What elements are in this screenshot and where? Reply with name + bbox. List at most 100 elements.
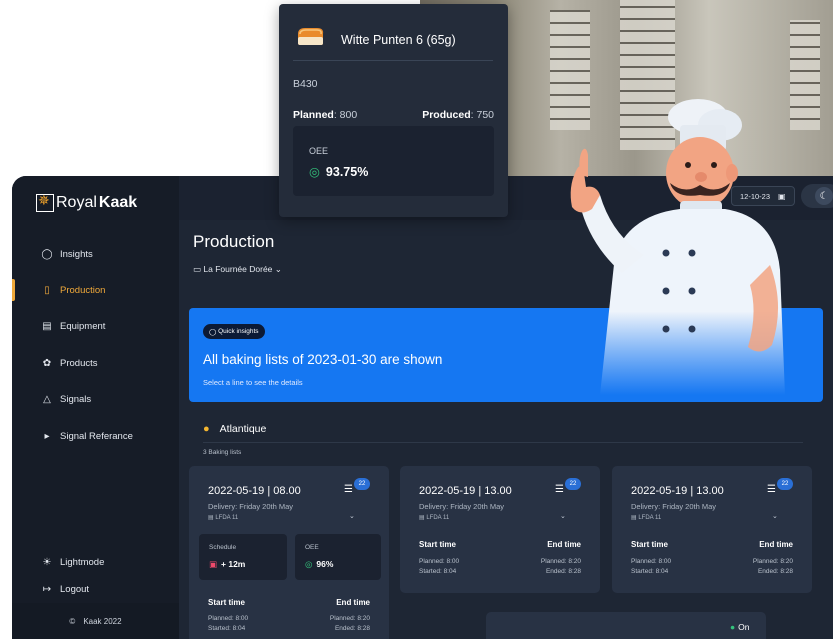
card-line: ▤ LFDA 11	[631, 514, 661, 521]
end-time-header: End time	[547, 540, 581, 549]
sidebar-item-equipment[interactable]: ▤ Equipment	[12, 311, 179, 341]
planned-value: : 800	[333, 109, 358, 121]
start-time-header: Start time	[208, 598, 245, 607]
bread-icon	[298, 28, 324, 45]
planned-end: Planned: 8:20	[540, 558, 581, 565]
card-delivery: Delivery: Friday 20th May	[208, 502, 294, 511]
gauge-icon: ◎	[305, 559, 313, 569]
page-title: Production	[193, 232, 275, 251]
bread-icon: ▯	[44, 284, 50, 296]
produced-label: Produced	[422, 109, 471, 121]
status-dot-icon: ●	[730, 622, 736, 632]
card-delivery: Delivery: Friday 20th May	[419, 502, 505, 511]
sidebar-item-insights[interactable]: ◯ Insights	[12, 239, 179, 269]
quick-insights-badge: ◯ Quick insights	[203, 324, 265, 339]
oee-box: OEE ◎ 93.75%	[293, 126, 494, 196]
location-selector[interactable]: ▭ La Fournée Dorée ⌄	[193, 264, 282, 275]
started: Started: 8:04	[208, 625, 246, 632]
lightmode-toggle[interactable]: ☀ Lightmode	[12, 547, 179, 577]
location-pin-icon: ●	[203, 423, 210, 435]
planned-start: Planned: 8:00	[419, 558, 460, 565]
produced-value: : 750	[470, 109, 494, 121]
logo: RoyalKaak	[36, 192, 138, 212]
count-badge: 22	[354, 478, 370, 490]
oee-value: ◎ 93.75%	[309, 164, 368, 179]
folder-icon: ▭	[193, 264, 202, 274]
product-name: Witte Punten 6 (65g)	[341, 33, 456, 47]
megaphone-icon: ▸	[44, 430, 50, 442]
logout-label: Logout	[60, 583, 90, 595]
banner-title: All baking lists of 2023-01-30 are shown	[203, 352, 443, 367]
logo-brand-light: Royal	[56, 194, 97, 211]
divider	[203, 442, 803, 443]
equipment-icon: ▤	[42, 320, 52, 332]
baking-list-card[interactable]: 2022-05-19 | 13.00 Delivery: Friday 20th…	[400, 466, 600, 593]
sun-icon: ☀	[42, 556, 52, 568]
planned-end: Planned: 8:20	[329, 615, 370, 622]
card-date: 2022-05-19 | 08.00	[208, 485, 301, 497]
logo-brand-bold: Kaak	[98, 194, 138, 211]
gauge-icon: ◎	[309, 165, 320, 179]
banner-subtitle: Select a line to see the details	[203, 378, 303, 387]
sidebar-item-label: Production	[60, 284, 106, 296]
sidebar-item-label: Insights	[60, 248, 93, 260]
sidebar-item-signals[interactable]: △ Signals	[12, 384, 179, 414]
status-indicator: ● On	[730, 622, 749, 632]
sidebar-item-label: Signal Referance	[60, 430, 133, 442]
lightmode-label: Lightmode	[60, 556, 105, 568]
ended: Ended: 8:28	[334, 625, 370, 632]
copyright-icon: ©	[69, 616, 76, 626]
copyright-text: Kaak 2022	[83, 616, 122, 626]
card-delivery: Delivery: Friday 20th May	[631, 502, 717, 511]
bell-icon: △	[43, 393, 51, 405]
end-time-header: End time	[336, 598, 370, 607]
section-subtitle: 3 Baking lists	[203, 449, 242, 456]
product-detail-card: Witte Punten 6 (65g) B430 Planned: 800 P…	[279, 4, 508, 217]
start-time-header: Start time	[419, 540, 456, 549]
logout-icon: ↦	[42, 583, 52, 595]
started: Started: 8:04	[419, 568, 457, 575]
count-badge: 22	[565, 478, 581, 490]
oee-label: OEE	[309, 146, 329, 156]
oee-box: OEE ◎ 96%	[295, 534, 381, 580]
baking-list-card[interactable]: 2022-05-19 | 13.00 Delivery: Friday 20th…	[612, 466, 812, 593]
planned-label: Planned	[293, 109, 334, 121]
schedule-value: ▣ + 12m	[209, 559, 245, 570]
logout-button[interactable]: ↦ Logout	[12, 574, 179, 604]
card-line: ▤ LFDA 11	[419, 514, 449, 521]
status-text: On	[738, 622, 750, 632]
lightbulb-icon: ◯	[41, 248, 53, 260]
sidebar-item-products[interactable]: ✿ Products	[12, 348, 179, 378]
end-time-header: End time	[759, 540, 793, 549]
oee-value-text: 93.75%	[325, 165, 369, 179]
planned-end: Planned: 8:20	[752, 558, 793, 565]
card-line-label: LFDA 11	[215, 515, 239, 521]
chevron-down-icon: ⌄	[274, 264, 282, 274]
chef-illustration	[570, 99, 785, 395]
start-time-header: Start time	[631, 540, 668, 549]
sidebar-item-label: Products	[60, 357, 98, 369]
card-line-label: LFDA 11	[638, 515, 662, 521]
oee-label: OEE	[305, 544, 319, 551]
calendar-icon: ▣	[209, 559, 218, 569]
ended: Ended: 8:28	[757, 568, 793, 575]
oee-value: ◎ 96%	[305, 559, 333, 570]
chevron-down-icon[interactable]: ⌄	[349, 512, 355, 520]
sidebar-item-production[interactable]: ▯ Production	[12, 275, 179, 305]
lightbulb-icon: ◯	[209, 328, 219, 336]
divider	[293, 60, 493, 61]
baking-list-card[interactable]: 2022-05-19 | 08.00 Delivery: Friday 20th…	[189, 466, 389, 639]
status-card: ● On	[486, 612, 766, 639]
planned-start: Planned: 8:00	[631, 558, 672, 565]
logo-mark-icon	[36, 192, 54, 212]
planned-start: Planned: 8:00	[208, 615, 249, 622]
products-icon: ✿	[42, 357, 52, 369]
started: Started: 8:04	[631, 568, 669, 575]
product-code: B430	[293, 78, 318, 90]
card-date: 2022-05-19 | 13.00	[631, 485, 724, 497]
schedule-box: Schedule ▣ + 12m	[199, 534, 287, 580]
chevron-down-icon[interactable]: ⌄	[772, 512, 778, 520]
chevron-down-icon[interactable]: ⌄	[560, 512, 566, 520]
produced-stat: Produced: 750	[422, 109, 494, 121]
sidebar-item-signal-referance[interactable]: ▸ Signal Referance	[12, 421, 179, 451]
